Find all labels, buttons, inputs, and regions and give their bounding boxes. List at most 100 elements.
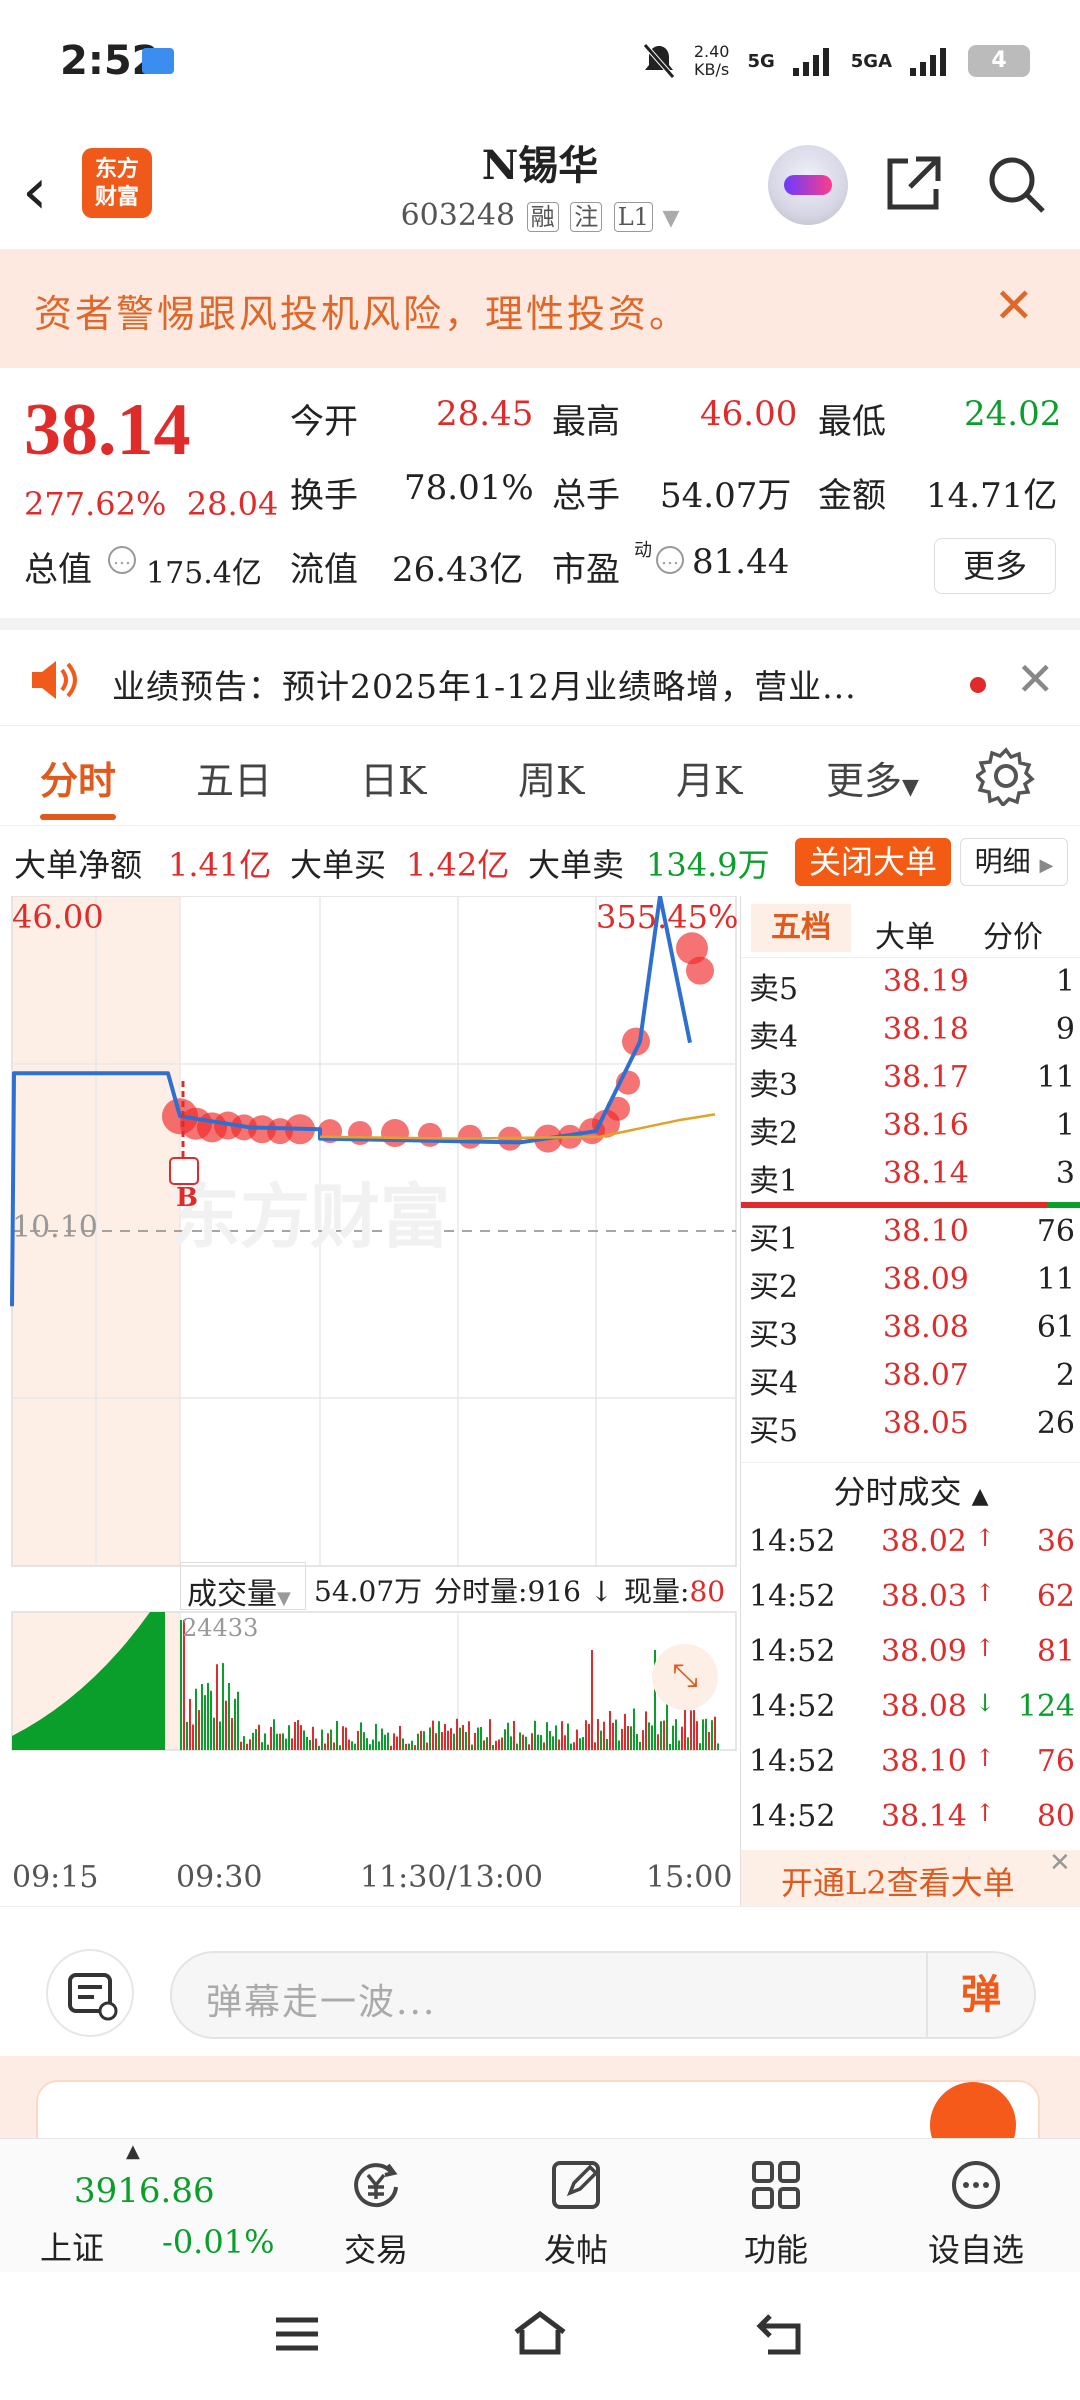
danmaku-settings-icon[interactable] <box>46 1949 134 2037</box>
edit-icon <box>552 2161 600 2209</box>
volume-bar <box>327 1733 329 1750</box>
volume-bar <box>333 1742 335 1750</box>
tab-daily-k[interactable]: 日K <box>360 750 426 805</box>
b-marker[interactable]: B <box>176 1183 198 1213</box>
volume-bar <box>408 1743 410 1750</box>
tab-monthly-k[interactable]: 月K <box>676 750 742 805</box>
share-icon[interactable] <box>882 153 944 215</box>
trade-direction: ↑ <box>975 1744 996 1772</box>
volume-bar <box>237 1691 239 1750</box>
close-ticker-icon[interactable]: ✕ <box>1016 652 1055 706</box>
promo-card[interactable] <box>0 2056 1080 2138</box>
level-volume: 2 <box>1055 1358 1075 1393</box>
x-label-midday: 11:30/13:00 <box>360 1860 544 1895</box>
buy-level-row[interactable]: 买3 38.08 61 <box>741 1304 1080 1353</box>
trades-title[interactable]: 分时成交 ▲ <box>741 1462 1080 1520</box>
volume-bar <box>252 1732 254 1750</box>
close-banner-icon[interactable]: ✕ <box>994 278 1034 334</box>
value-pe: 81.44 <box>692 542 790 582</box>
volume-bar <box>555 1725 557 1750</box>
volume-bar <box>288 1725 290 1750</box>
volume-bar <box>498 1739 500 1750</box>
app-notification-icon <box>142 48 174 74</box>
l2-prompt[interactable]: 开通L2查看大单 ✕ <box>741 1848 1080 1906</box>
status-icons: 2.40 KB/s 5G 5GA 4 <box>642 42 1030 80</box>
trade-price: 38.09 <box>881 1634 967 1669</box>
volume-selector[interactable]: 成交量▼ <box>180 1562 306 1612</box>
level-price: 38.18 <box>883 1012 969 1047</box>
danmaku-input[interactable]: 弹幕走一波... 弹 <box>170 1951 1036 2039</box>
label-pe: 市盈 <box>552 550 620 590</box>
search-icon[interactable] <box>985 153 1047 215</box>
volume-bar <box>600 1730 602 1750</box>
tab-big-order[interactable]: 大单 <box>875 912 935 956</box>
level-label: 卖2 <box>749 1116 799 1151</box>
nav-add-watchlist[interactable]: 设自选 <box>906 2139 1046 2273</box>
buy-level-row[interactable]: 买1 38.10 76 <box>741 1208 1080 1257</box>
volume-bar <box>321 1729 323 1750</box>
trade-time: 14:52 <box>749 1579 836 1614</box>
speaker-icon <box>32 661 77 699</box>
volume-bar <box>375 1723 377 1750</box>
close-big-order-button[interactable]: 关闭大单 <box>795 838 951 886</box>
intraday-chart[interactable]: 东方财富 B 46.00 355.45% 10.10 成交量▼ 54.07万 分… <box>0 896 740 1906</box>
announcement-ticker[interactable]: 业绩预告：预计2025年1-12月业绩略增，营业... ✕ <box>0 618 1080 726</box>
tab-weekly-k[interactable]: 周K <box>518 750 584 805</box>
sell-level-row[interactable]: 卖3 38.17 11 <box>741 1054 1080 1103</box>
level-price: 38.08 <box>883 1310 969 1345</box>
battery-icon: 4 <box>968 45 1030 77</box>
bottom-nav: ▲ 3916.86 上证 -0.01% 交易 发帖 功能 设自选 <box>0 2138 1080 2272</box>
back-nav-icon[interactable] <box>756 2310 812 2358</box>
danmaku-send-button[interactable]: 弹 <box>926 1953 1034 2037</box>
expand-icon[interactable]: ⤡ <box>652 1644 718 1710</box>
gear-icon[interactable] <box>976 746 1036 806</box>
home-icon[interactable] <box>510 2308 570 2358</box>
ai-assistant-icon[interactable] <box>768 145 848 225</box>
nav-trade[interactable]: 交易 <box>306 2139 446 2273</box>
volume-bar <box>315 1738 317 1750</box>
volume-bar <box>240 1741 242 1750</box>
volume-bar <box>471 1744 473 1750</box>
chevron-down-icon: ▼ <box>902 775 919 800</box>
tab-five-levels[interactable]: 五档 <box>751 904 851 952</box>
dropdown-icon[interactable]: ▼ <box>663 206 680 231</box>
tab-intraday[interactable]: 分时 <box>40 750 116 805</box>
more-quote-button[interactable]: 更多 <box>934 538 1056 594</box>
tab-more[interactable]: 更多▼ <box>826 750 919 805</box>
volume-bar <box>213 1717 215 1750</box>
buy-label: 大单买 <box>290 846 387 884</box>
quote-panel: 38.14 277.62% 28.04 今开 28.45 最高 46.00 最低… <box>0 370 1080 620</box>
volume-bar <box>195 1688 197 1750</box>
sell-level-row[interactable]: 卖5 38.19 1 <box>741 958 1080 1007</box>
level-volume: 11 <box>1036 1262 1075 1297</box>
volume-bar <box>435 1733 437 1750</box>
mute-bell-icon <box>642 43 675 79</box>
info-icon[interactable]: … <box>108 546 136 574</box>
sell-level-row[interactable]: 卖1 38.14 3 <box>741 1150 1080 1199</box>
nav-functions[interactable]: 功能 <box>706 2139 846 2273</box>
volume-bar <box>246 1743 248 1750</box>
nav-post[interactable]: 发帖 <box>506 2139 646 2273</box>
buy-level-row[interactable]: 买4 38.07 2 <box>741 1352 1080 1401</box>
info-icon-pe[interactable]: … <box>656 546 684 574</box>
minute-volume: 分时量:916 ↓ <box>434 1575 614 1608</box>
volume-bar <box>609 1710 611 1750</box>
detail-button[interactable]: 明细 ▶ <box>960 838 1068 886</box>
label-amount: 金额 <box>818 476 886 516</box>
tag-note: 注 <box>570 202 603 232</box>
sell-level-row[interactable]: 卖2 38.16 1 <box>741 1102 1080 1151</box>
volume-bar <box>675 1719 677 1750</box>
sell-level-row[interactable]: 卖4 38.18 9 <box>741 1006 1080 1055</box>
close-l2-icon[interactable]: ✕ <box>1049 1848 1071 1878</box>
menu-icon[interactable] <box>272 2312 322 2356</box>
tab-price-distribution[interactable]: 分价 <box>983 912 1043 956</box>
volume-bar <box>204 1695 206 1750</box>
index-widget[interactable]: ▲ 3916.86 上证 -0.01% <box>0 2139 280 2273</box>
tab-five-day[interactable]: 五日 <box>196 750 272 805</box>
volume-bar <box>714 1716 716 1750</box>
buy-level-row[interactable]: 买2 38.09 11 <box>741 1256 1080 1305</box>
volume-bar <box>570 1743 572 1750</box>
volume-bar <box>348 1739 350 1750</box>
buy-level-row[interactable]: 买5 38.05 26 <box>741 1400 1080 1449</box>
level-price: 38.10 <box>883 1214 969 1249</box>
